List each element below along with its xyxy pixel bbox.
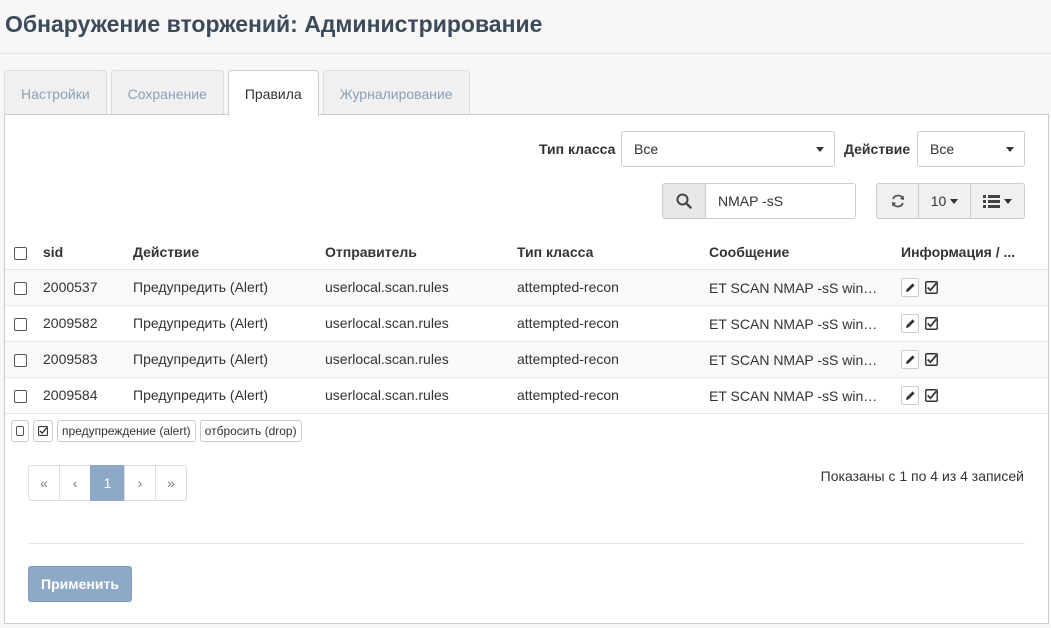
tab-logging[interactable]: Журналирование: [322, 70, 470, 115]
pagination-next[interactable]: ›: [124, 465, 156, 501]
records-info: Показаны с 1 по 4 из 4 записей: [820, 468, 1024, 484]
cell-classtype: attempted-recon: [511, 269, 703, 306]
search-input[interactable]: NMAP -sS: [705, 183, 856, 219]
page-size-value: 10: [930, 193, 947, 209]
cell-source: userlocal.scan.rules: [319, 269, 511, 306]
action-select[interactable]: Все: [917, 131, 1025, 167]
pencil-icon: [905, 318, 915, 328]
legend: предупреждение (alert) отбросить (drop): [11, 420, 306, 442]
column-header-sid[interactable]: sid: [37, 235, 127, 270]
column-header-action[interactable]: Действие: [127, 235, 319, 270]
class-type-value: Все: [634, 141, 659, 157]
action-value: Все: [930, 141, 955, 157]
pagination-prev[interactable]: ‹: [59, 465, 91, 501]
checked-checkbox-icon: [38, 426, 48, 436]
tab-settings[interactable]: Настройки: [4, 70, 107, 115]
table-row[interactable]: 2009582 Предупредить (Alert) userlocal.sca…: [5, 305, 1048, 342]
checkbox-icon: [16, 426, 24, 436]
row-checkbox[interactable]: [14, 389, 27, 403]
select-all-checkbox[interactable]: [14, 246, 27, 260]
column-header-classtype[interactable]: Тип класса: [511, 235, 703, 270]
pagination-last[interactable]: »: [155, 465, 187, 501]
cell-sid: 2000537: [37, 269, 127, 306]
table-header-row: sid Действие Отправитель Тип класса Сооб…: [5, 235, 1048, 270]
pencil-icon: [905, 282, 915, 292]
refresh-icon: [891, 194, 904, 208]
enabled-checkbox-icon[interactable]: [925, 316, 938, 330]
pencil-icon: [905, 390, 915, 400]
cell-sid: 2009583: [37, 341, 127, 378]
cell-sid: 2009582: [37, 305, 127, 342]
cell-classtype: attempted-recon: [511, 377, 703, 414]
cell-source: userlocal.scan.rules: [319, 341, 511, 378]
tab-bar: Настройки Сохранение Правила Журналирова…: [4, 70, 474, 116]
search-icon: [676, 193, 692, 209]
row-checkbox[interactable]: [14, 353, 27, 367]
chevron-down-icon: [816, 147, 824, 152]
apply-button[interactable]: Применить: [28, 566, 132, 602]
table-row[interactable]: 2009583 Предупредить (Alert) userlocal.sca…: [5, 341, 1048, 378]
legend-drop: отбросить (drop): [199, 420, 302, 442]
cell-source: userlocal.scan.rules: [319, 377, 511, 414]
page-title: Обнаружение вторжений: Администрирование: [5, 11, 543, 37]
cell-message: ET SCAN NMAP -sS window 1024: [709, 315, 885, 332]
cell-classtype: attempted-recon: [511, 305, 703, 342]
refresh-button[interactable]: [876, 183, 919, 219]
divider: [28, 543, 1025, 544]
row-checkbox[interactable]: [14, 281, 27, 295]
cell-action: Предупредить (Alert): [127, 341, 319, 378]
cell-action: Предупредить (Alert): [127, 377, 319, 414]
legend-checked-box: [33, 420, 53, 442]
column-header-message[interactable]: Сообщение: [703, 235, 895, 270]
cell-message: ET SCAN NMAP -sS window 1024: [709, 351, 885, 368]
table-row[interactable]: 2000537 Предупредить (Alert) userlocal.sca…: [5, 269, 1048, 306]
class-type-select[interactable]: Все: [621, 131, 835, 167]
legend-unchecked-box: [11, 420, 29, 442]
page-size-dropdown[interactable]: 10: [918, 183, 971, 219]
action-label: Действие: [844, 141, 911, 157]
edit-rule-button[interactable]: [901, 385, 919, 405]
enabled-checkbox-icon[interactable]: [925, 352, 938, 366]
column-header-info[interactable]: Информация / ...: [895, 235, 1048, 270]
edit-rule-button[interactable]: [901, 349, 919, 369]
enabled-checkbox-icon[interactable]: [925, 280, 938, 294]
edit-rule-button[interactable]: [901, 277, 919, 297]
table-row[interactable]: 2009584 Предупредить (Alert) userlocal.sca…: [5, 377, 1048, 414]
cell-sid: 2009584: [37, 377, 127, 414]
chevron-down-icon: [1006, 147, 1014, 152]
list-icon: [983, 195, 1000, 208]
pagination-first[interactable]: «: [28, 465, 60, 501]
class-type-label: Тип класса: [539, 141, 616, 157]
cell-source: userlocal.scan.rules: [319, 305, 511, 342]
cell-classtype: attempted-recon: [511, 341, 703, 378]
pencil-icon: [905, 354, 915, 364]
cell-message: ET SCAN NMAP -sS window 1024: [709, 387, 885, 404]
columns-dropdown[interactable]: [970, 183, 1025, 219]
chevron-down-icon: [950, 198, 959, 204]
pagination-page-1[interactable]: 1: [90, 465, 125, 501]
tab-rules[interactable]: Правила: [227, 70, 319, 116]
cell-action: Предупредить (Alert): [127, 269, 319, 306]
pagination: « ‹ 1 › »: [28, 465, 187, 501]
row-checkbox[interactable]: [14, 317, 27, 331]
column-header-source[interactable]: Отправитель: [319, 235, 511, 270]
chevron-down-icon: [1004, 198, 1012, 204]
tab-saving[interactable]: Сохранение: [110, 70, 224, 115]
cell-action: Предупредить (Alert): [127, 305, 319, 342]
search-button[interactable]: [662, 183, 706, 219]
page-header: Обнаружение вторжений: Администрирование: [0, 0, 1051, 54]
rules-table: sid Действие Отправитель Тип класса Сооб…: [5, 235, 1048, 414]
cell-message: ET SCAN NMAP -sS window 1024: [709, 279, 885, 296]
rules-panel: Тип класса Все Действие Все NMAP -sS 10: [4, 114, 1049, 624]
edit-rule-button[interactable]: [901, 313, 919, 333]
enabled-checkbox-icon[interactable]: [925, 388, 938, 402]
legend-alert: предупреждение (alert): [57, 420, 196, 442]
